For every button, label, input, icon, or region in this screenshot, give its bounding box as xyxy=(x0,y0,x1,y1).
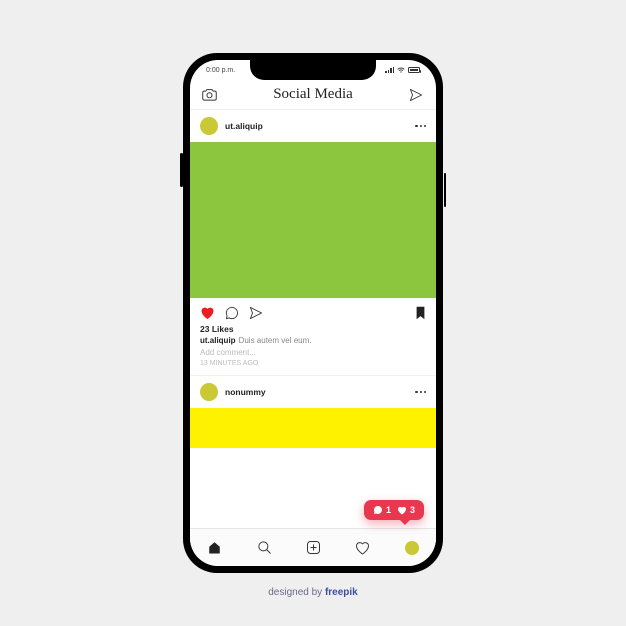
notification-bubble[interactable]: 1 3 xyxy=(364,500,424,520)
nav-home[interactable] xyxy=(207,540,222,555)
nav-profile[interactable] xyxy=(405,541,419,555)
post-caption: ut.aliquipDuis autem vel eum. xyxy=(200,336,426,345)
notif-comment-count: 1 xyxy=(386,505,391,515)
phone-frame: 0:00 p.m. Social Media ut.aliquip xyxy=(183,53,443,573)
notif-like-count: 3 xyxy=(410,505,415,515)
post-actions xyxy=(190,298,436,324)
add-comment-input[interactable]: Add comment... xyxy=(200,348,426,357)
avatar[interactable] xyxy=(200,383,218,401)
wifi-icon xyxy=(397,67,405,73)
post-header: ut.aliquip xyxy=(190,110,436,142)
camera-icon[interactable] xyxy=(202,87,217,102)
share-button[interactable] xyxy=(249,306,263,320)
send-icon[interactable] xyxy=(409,87,424,102)
like-button[interactable] xyxy=(200,306,215,320)
phone-notch xyxy=(250,60,376,80)
status-indicators xyxy=(385,67,420,74)
post-header: nonummy xyxy=(190,376,436,408)
caption-text: Duis autem vel eum. xyxy=(239,336,312,345)
app-header: Social Media xyxy=(190,80,436,110)
avatar[interactable] xyxy=(200,117,218,135)
credit-text: designed by freepik xyxy=(268,587,358,598)
nav-search[interactable] xyxy=(257,540,272,555)
comment-button[interactable] xyxy=(225,306,239,320)
phone-screen: 0:00 p.m. Social Media ut.aliquip xyxy=(190,60,436,566)
heart-icon xyxy=(397,506,407,515)
bookmark-button[interactable] xyxy=(415,306,426,320)
post-username[interactable]: nonummy xyxy=(225,387,266,397)
post-image[interactable] xyxy=(190,142,436,298)
post-timestamp: 13 MINUTES AGO xyxy=(200,360,426,367)
comment-icon xyxy=(373,505,383,515)
post-username[interactable]: ut.aliquip xyxy=(225,121,263,131)
likes-count[interactable]: 23 Likes xyxy=(200,324,426,334)
more-icon[interactable] xyxy=(415,125,426,127)
caption-username[interactable]: ut.aliquip xyxy=(200,336,236,345)
more-icon[interactable] xyxy=(415,391,426,393)
post-image[interactable] xyxy=(190,408,436,448)
nav-add[interactable] xyxy=(306,540,321,555)
app-title: Social Media xyxy=(273,86,353,103)
battery-icon xyxy=(408,67,420,73)
status-time: 0:00 p.m. xyxy=(206,67,235,74)
bottom-nav xyxy=(190,528,436,566)
signal-icon xyxy=(385,67,394,74)
credit-brand[interactable]: freepik xyxy=(325,587,358,598)
post-meta: 23 Likes ut.aliquipDuis autem vel eum. A… xyxy=(190,324,436,367)
nav-activity[interactable] xyxy=(355,541,370,555)
